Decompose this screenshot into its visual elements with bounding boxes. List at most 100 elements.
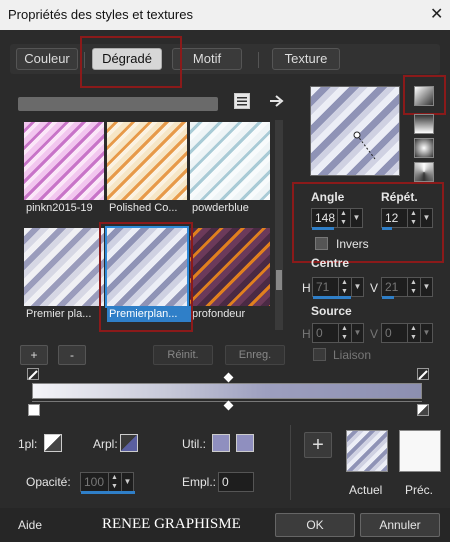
spin-up-icon[interactable]: ▲ — [339, 324, 350, 333]
previous-gradient-thumbnail[interactable] — [399, 430, 441, 472]
swatch-item[interactable]: pinkn2015-19 — [24, 122, 104, 214]
top-midpoint-marker[interactable] — [223, 372, 234, 383]
swatch-label: Polished Co... — [109, 202, 178, 214]
chevron-down-icon[interactable]: ▼ — [350, 209, 362, 227]
add-swatch-button[interactable]: + — [20, 345, 48, 365]
rectangular-gradient-style-icon[interactable] — [414, 114, 434, 134]
center-h-spinner[interactable]: ▲ ▼ — [338, 278, 350, 296]
ok-button[interactable]: OK — [275, 513, 355, 537]
bottom-stop-right-marker[interactable] — [417, 404, 429, 416]
invert-checkbox[interactable] — [315, 237, 328, 250]
close-icon[interactable]: ✕ — [430, 4, 443, 24]
angle-spinner[interactable]: ▲ ▼ — [337, 209, 349, 227]
link-checkbox[interactable] — [313, 348, 326, 361]
tab-couleur[interactable]: Couleur — [16, 48, 78, 70]
repeat-level — [382, 227, 392, 230]
spin-down-icon[interactable]: ▼ — [338, 218, 349, 227]
sunburst-gradient-style-icon[interactable] — [414, 162, 434, 182]
background-label: Arpl: — [93, 437, 118, 451]
angle-input[interactable]: 148 ▲ ▼ ▼ — [311, 208, 363, 230]
repeat-input[interactable]: 12 ▲ ▼ ▼ — [381, 208, 433, 230]
swatch-item[interactable]: powderblue — [190, 122, 270, 214]
opacity-spinner[interactable]: ▲ ▼ — [108, 473, 120, 491]
tab-texture[interactable]: Texture — [272, 48, 340, 70]
source-v-spinner[interactable]: ▲ ▼ — [407, 324, 419, 342]
repeat-value: 12 — [385, 211, 399, 225]
chevron-down-icon[interactable]: ▼ — [121, 473, 133, 491]
brand-watermark: RENEE GRAPHISME — [102, 516, 241, 532]
spin-up-icon[interactable]: ▲ — [408, 209, 419, 218]
swatch-item[interactable]: Polished Co... — [107, 122, 187, 214]
radial-gradient-style-icon[interactable] — [414, 138, 434, 158]
window-title: Propriétés des styles et textures — [8, 7, 193, 22]
chevron-down-icon[interactable]: ▼ — [420, 278, 432, 296]
source-h-value: 0 — [316, 326, 323, 340]
angle-handle-icon — [353, 131, 376, 160]
swatch-item[interactable]: profondeur — [190, 228, 270, 320]
repeat-spinner[interactable]: ▲ ▼ — [407, 209, 419, 227]
center-v-spinner[interactable]: ▲ ▼ — [407, 278, 419, 296]
chevron-down-icon[interactable]: ▼ — [420, 324, 432, 342]
source-v-input[interactable]: 0 ▲ ▼ ▼ — [381, 323, 433, 343]
center-h-value: 71 — [316, 280, 330, 294]
background-color-swatch[interactable] — [120, 434, 138, 452]
source-h-input[interactable]: 0 ▲ ▼ ▼ — [312, 323, 364, 343]
swatch-item[interactable]: Premier pla... — [24, 228, 104, 320]
cancel-button[interactable]: Annuler — [360, 513, 440, 537]
tab-motif[interactable]: Motif — [172, 48, 242, 70]
repeat-label: Répét. — [381, 190, 418, 204]
center-v-value: 21 — [385, 280, 399, 294]
gradient-preview[interactable] — [310, 86, 400, 176]
source-h-spinner[interactable]: ▲ ▼ — [338, 324, 350, 342]
angle-level — [312, 227, 334, 230]
gradient-bar[interactable] — [32, 383, 422, 399]
add-to-list-button[interactable]: + — [304, 432, 332, 458]
spin-down-icon[interactable]: ▼ — [339, 287, 350, 296]
foreground-color-swatch[interactable] — [44, 434, 62, 452]
remove-swatch-button[interactable]: - — [58, 345, 86, 365]
spin-up-icon[interactable]: ▲ — [338, 209, 349, 218]
user-color-label: Util.: — [182, 437, 206, 451]
scrollbar-thumb[interactable] — [276, 270, 282, 290]
bottom-stop-left-marker[interactable] — [28, 404, 40, 416]
center-h-label: H — [302, 281, 311, 295]
help-link[interactable]: Aide — [18, 518, 42, 532]
angle-value: 148 — [315, 211, 336, 225]
user-color-swatch-2[interactable] — [236, 434, 254, 452]
swatch-scrollbar[interactable] — [275, 120, 283, 330]
spin-up-icon[interactable]: ▲ — [408, 324, 419, 333]
top-stop-right-marker[interactable] — [417, 368, 429, 380]
list-view-icon[interactable] — [234, 93, 250, 109]
current-label: Actuel — [349, 483, 383, 497]
swatch-label: Premier pla... — [26, 308, 92, 320]
chevron-down-icon[interactable]: ▼ — [420, 209, 432, 227]
swatch-thumbnail — [190, 228, 270, 306]
center-v-label: V — [370, 281, 379, 295]
spin-down-icon[interactable]: ▼ — [408, 287, 419, 296]
chevron-down-icon[interactable]: ▼ — [351, 324, 363, 342]
spin-up-icon[interactable]: ▲ — [408, 278, 419, 287]
chevron-down-icon[interactable]: ▼ — [351, 278, 363, 296]
user-color-swatch-1[interactable] — [212, 434, 230, 452]
spin-up-icon[interactable]: ▲ — [109, 473, 120, 482]
center-v-input[interactable]: 21 ▲ ▼ ▼ — [381, 277, 433, 299]
tab-bar: Couleur Dégradé Motif Texture — [10, 44, 440, 74]
highlight-box-swatch — [99, 222, 193, 332]
previous-label: Préc. — [405, 483, 434, 497]
location-label: Empl.: — [182, 475, 217, 489]
spin-down-icon[interactable]: ▼ — [408, 333, 419, 342]
spin-up-icon[interactable]: ▲ — [339, 278, 350, 287]
save-button[interactable]: Enreg. — [225, 345, 285, 365]
center-h-input[interactable]: 71 ▲ ▼ ▼ — [312, 277, 364, 299]
location-value: 0 — [222, 475, 229, 489]
arrow-right-icon[interactable] — [268, 93, 286, 109]
invert-label: Invers — [336, 237, 369, 251]
spin-down-icon[interactable]: ▼ — [339, 333, 350, 342]
bottom-midpoint-marker[interactable] — [223, 400, 234, 411]
reset-button[interactable]: Réinit. — [153, 345, 213, 365]
location-input[interactable]: 0 — [218, 472, 254, 492]
opacity-input[interactable]: 100 ▲ ▼ ▼ — [80, 472, 135, 494]
top-stop-left-marker[interactable] — [27, 368, 39, 380]
spin-down-icon[interactable]: ▼ — [109, 482, 120, 491]
spin-down-icon[interactable]: ▼ — [408, 218, 419, 227]
